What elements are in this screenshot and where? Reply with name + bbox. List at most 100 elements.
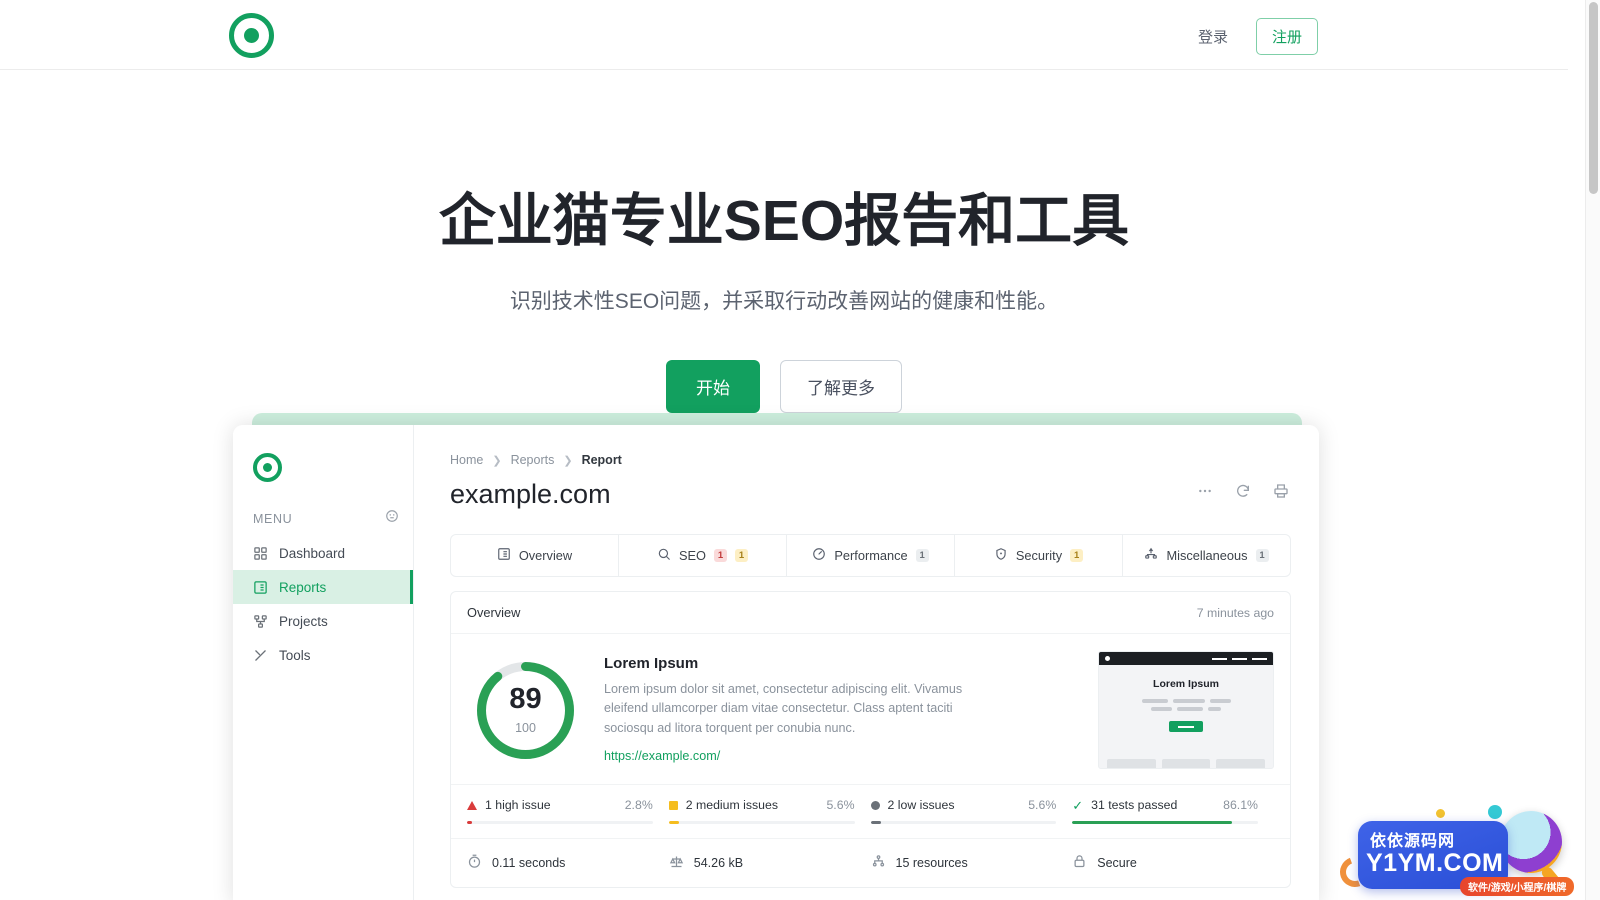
score-value-group: 89 100 (473, 658, 578, 763)
stat-percent: 86.1% (1223, 798, 1258, 812)
sidebar-item-reports[interactable]: Reports (233, 570, 413, 604)
overview-text: Lorem Ipsum Lorem ipsum dolor sit amet, … (598, 655, 1078, 766)
sidebar-item-label: Reports (279, 579, 327, 595)
watermark-dot (1488, 805, 1502, 819)
thumbnail-heading: Lorem Ipsum (1153, 678, 1219, 690)
landing-page: 登录 注册 企业猫专业SEO报告和工具 识别技术性SEO问题，并采取行动改善网站… (0, 0, 1600, 900)
overview-paragraph: Lorem ipsum dolor sit amet, consectetur … (604, 681, 963, 735)
stat-low-issues: 2 low issues 5.6% (870, 798, 1073, 824)
site-thumbnail[interactable]: Lorem Ipsum (1098, 651, 1274, 769)
sidebar-item-dashboard[interactable]: Dashboard (233, 536, 413, 570)
header-actions: 登录 注册 (1188, 18, 1318, 55)
badge-medium: 1 (735, 549, 749, 562)
print-icon[interactable] (1273, 483, 1289, 504)
sidebar-item-label: Tools (279, 647, 311, 663)
sidebar-item-tools[interactable]: Tools (233, 638, 413, 672)
timer-icon (467, 854, 482, 872)
tab-overview[interactable]: Overview (451, 535, 619, 576)
tab-label: SEO (678, 548, 707, 563)
tab-label: Performance (834, 548, 908, 563)
tab-label: Security (1015, 548, 1063, 563)
hero-title: 企业猫专业SEO报告和工具 (438, 189, 1130, 253)
stat-label: 31 tests passed (1091, 798, 1178, 812)
scale-icon (669, 854, 684, 872)
watermark-tag: 软件/游戏/小程序/棋牌 (1460, 877, 1575, 896)
refresh-icon[interactable] (1235, 483, 1251, 504)
score-gauge: 89 100 (473, 658, 578, 763)
metric-label: 54.26 kB (693, 856, 744, 870)
site-logo[interactable] (229, 13, 274, 58)
tab-seo[interactable]: SEO 1 1 (619, 535, 787, 576)
badge-medium: 1 (1070, 549, 1084, 562)
thumbnail-logo-dot (1105, 656, 1110, 661)
sidebar-item-label: Projects (279, 613, 328, 629)
learn-more-button[interactable]: 了解更多 (780, 360, 902, 413)
target-logo-icon (253, 453, 282, 482)
hero-subtitle: 识别技术性SEO问题，并采取行动改善网站的健康和性能。 (509, 290, 1059, 313)
check-icon: ✓ (1072, 797, 1084, 813)
thumbnail-body: Lorem Ipsum (1099, 665, 1273, 732)
sidebar-logo[interactable] (253, 453, 413, 482)
tab-miscellaneous[interactable]: Miscellaneous 1 (1123, 535, 1290, 576)
overview-panel-title: Overview (467, 605, 521, 620)
watermark-dot (1436, 809, 1445, 818)
hero-section: 企业猫专业SEO报告和工具 识别技术性SEO问题，并采取行动改善网站的健康和性能… (0, 70, 1568, 413)
score-max: 100 (515, 721, 536, 735)
chevron-right-icon: ❯ (563, 454, 573, 467)
breadcrumb-item-home[interactable]: Home (450, 453, 483, 467)
get-started-button[interactable]: 开始 (666, 360, 760, 413)
metric-label: 0.11 seconds (492, 856, 566, 870)
breadcrumb: Home ❯ Reports ❯ Report (450, 453, 1291, 467)
stat-label: 2 low issues (887, 798, 955, 812)
overview-heading: Lorem Ipsum (604, 654, 699, 672)
metrics-row: 0.11 seconds 54.26 kB 15 resources Secur… (451, 838, 1290, 887)
stat-label: 2 medium issues (685, 798, 779, 812)
watermark-magnifier-icon (1500, 811, 1562, 873)
scrollbar-thumb[interactable] (1589, 2, 1598, 194)
overview-body: 89 100 Lorem Ipsum Lorem ipsum dolor sit… (451, 634, 1290, 784)
metric-resources: 15 resources (871, 854, 1073, 872)
metric-security: Secure (1072, 854, 1274, 872)
register-button[interactable]: 注册 (1255, 18, 1318, 55)
tools-icon (253, 648, 268, 663)
medium-issue-square-icon (668, 800, 678, 810)
site-header: 登录 注册 (0, 0, 1568, 70)
issue-stats-row: 1 high issue 2.8% 2 medium issues 5.6% 2… (451, 784, 1290, 824)
overview-timestamp: 7 minutes ago (1196, 605, 1274, 620)
tab-security[interactable]: Security 1 (955, 535, 1123, 576)
stat-tests-passed: ✓ 31 tests passed 86.1% (1072, 798, 1274, 824)
site-url-link[interactable]: https://example.com/ (604, 749, 720, 763)
tab-label: Overview (518, 548, 573, 563)
app-main: Home ❯ Reports ❯ Report example.com Over… (414, 425, 1319, 900)
thumbnail-placeholder-lines (1099, 699, 1273, 711)
sidebar-item-projects[interactable]: Projects (233, 604, 413, 638)
metric-page-size: 54.26 kB (669, 854, 871, 872)
high-issue-triangle-icon (467, 800, 477, 810)
thumbnail-footer-blocks (1099, 759, 1273, 768)
stat-label: 1 high issue (485, 798, 551, 812)
list-detail-icon (497, 547, 511, 564)
metric-load-time: 0.11 seconds (467, 854, 669, 872)
login-button[interactable]: 登录 (1188, 18, 1238, 55)
overview-panel-header: Overview 7 minutes ago (451, 592, 1290, 634)
score-value: 89 (509, 683, 542, 715)
watermark-cn-text: 依依源码网 (1370, 833, 1456, 850)
ellipsis-icon[interactable] (1197, 483, 1213, 504)
user-circle-icon[interactable] (385, 509, 399, 528)
site-watermark: 依依源码网 Y1YM.COM 软件/游戏/小程序/棋牌 (1335, 805, 1590, 900)
stat-percent: 5.6% (826, 798, 855, 812)
badge-count: 1 (915, 549, 929, 562)
tab-performance[interactable]: Performance 1 (787, 535, 955, 576)
breadcrumb-item-report: Report (581, 453, 622, 467)
sidebar-menu-header: MENU (253, 509, 399, 528)
sidebar-menu-label: MENU (253, 511, 293, 526)
metric-label: Secure (1097, 856, 1137, 870)
app-sidebar: MENU Dashboard Reports Projects Tools (233, 425, 414, 900)
sitemap-icon (871, 854, 886, 872)
shield-icon (994, 547, 1008, 564)
badge-high: 1 (714, 549, 728, 562)
gauge-icon (812, 547, 826, 564)
breadcrumb-item-reports[interactable]: Reports (511, 453, 555, 467)
page-scrollbar[interactable] (1585, 0, 1600, 900)
stat-percent: 5.6% (1028, 798, 1057, 812)
